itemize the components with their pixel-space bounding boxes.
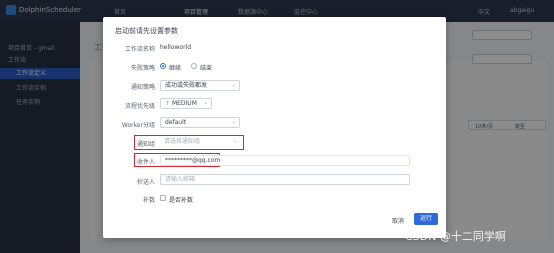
recipient-input[interactable]: *********@qq.com xyxy=(160,155,410,166)
run-button[interactable]: 运行 xyxy=(414,213,438,225)
notify-strategy-select[interactable]: 成功或失败都发 ⌄ xyxy=(160,80,240,91)
worker-group-label: Worker分组 xyxy=(121,122,155,129)
dialog-title: 启动前请先设置参数 xyxy=(115,27,178,35)
workflow-name-label: 工作流名称 xyxy=(124,46,155,53)
csdn-watermark: CSDN @十二同学啊 xyxy=(405,230,506,243)
priority-select[interactable]: ↑ MEDIUM ⌄ xyxy=(160,98,212,109)
cc-placeholder: 请输入邮箱 xyxy=(165,176,196,183)
cancel-button[interactable]: 取消 xyxy=(392,216,404,225)
chevron-down-icon: ⌄ xyxy=(232,138,237,144)
notify-strategy-label: 通知策略 xyxy=(130,84,155,91)
complement-checkbox[interactable] xyxy=(160,195,166,201)
failure-continue-radio[interactable] xyxy=(160,63,166,69)
chevron-down-icon: ⌄ xyxy=(203,100,208,106)
recipient-label: 收件人 xyxy=(136,159,155,166)
chevron-down-icon: ⌄ xyxy=(231,119,236,125)
workflow-name-value: helloworld xyxy=(160,44,192,51)
notify-group-select[interactable]: 请选择通知组 ⌄ xyxy=(160,137,240,148)
recipient-value: *********@qq.com xyxy=(165,157,221,164)
start-params-dialog: 启动前请先设置参数 工作流名称 helloworld 失败策略 继续 结束 通知… xyxy=(103,17,446,238)
complement-label: 补数 xyxy=(142,197,155,204)
notify-strategy-value: 成功或失败都发 xyxy=(165,82,208,89)
chevron-down-icon: ⌄ xyxy=(231,82,236,88)
failure-end-radio[interactable] xyxy=(191,63,197,69)
complement-option-label[interactable]: 是否补数 xyxy=(169,195,193,204)
worker-group-select[interactable]: default ⌄ xyxy=(160,117,240,128)
worker-group-value: default xyxy=(165,119,187,126)
priority-arrow-up-icon: ↑ xyxy=(165,100,171,107)
notify-group-label: 通知组 xyxy=(136,141,155,148)
cc-label: 抄送人 xyxy=(136,179,155,186)
priority-label: 流程优先级 xyxy=(124,103,155,110)
notify-group-placeholder: 请选择通知组 xyxy=(164,138,201,145)
cc-input[interactable]: 请输入邮箱 xyxy=(160,174,410,185)
failure-strategy-label: 失败策略 xyxy=(130,65,155,72)
failure-end-label[interactable]: 结束 xyxy=(200,63,212,72)
failure-continue-label[interactable]: 继续 xyxy=(169,63,181,72)
priority-value: MEDIUM xyxy=(171,100,197,107)
